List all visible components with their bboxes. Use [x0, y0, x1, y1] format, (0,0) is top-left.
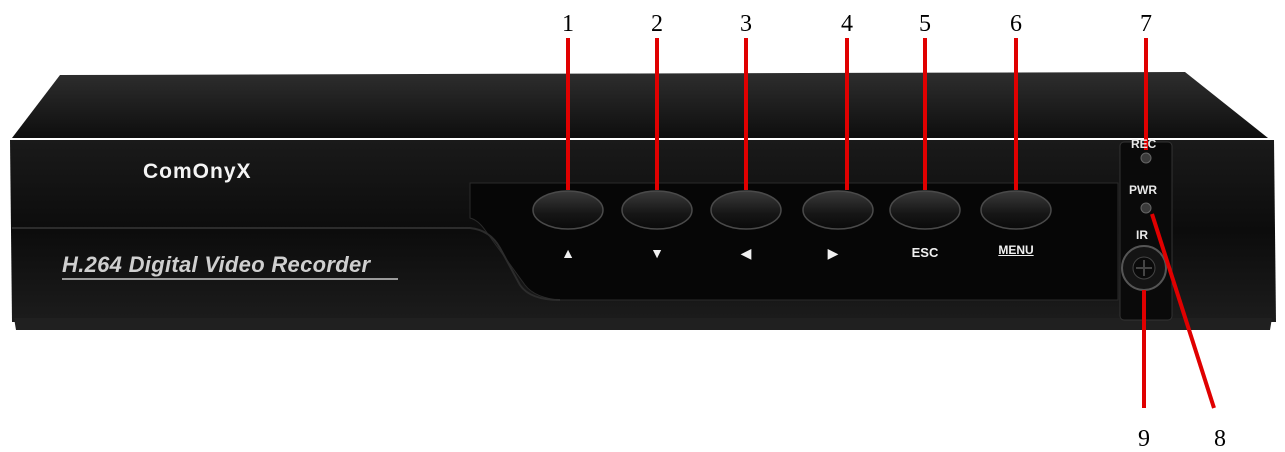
up-arrow-icon: ▲ — [561, 245, 575, 261]
model-underline — [62, 278, 398, 280]
ir-label: IR — [1136, 228, 1148, 242]
rec-led — [1140, 152, 1152, 164]
button-esc[interactable] — [889, 190, 961, 230]
callout-number-2: 2 — [651, 11, 663, 37]
callout-number-3: 3 — [740, 11, 752, 37]
esc-label: ESC — [911, 245, 939, 260]
menu-label: MENU — [998, 243, 1034, 257]
callout-number-7: 7 — [1140, 11, 1152, 37]
dvr-front-panel-diagram: 1 2 3 4 5 6 7 8 9 ComOnyX H.264 Digital … — [0, 0, 1285, 452]
callout-number-8: 8 — [1214, 426, 1226, 452]
callout-number-4: 4 — [841, 11, 853, 37]
left-arrow-icon: ◀ — [740, 245, 752, 261]
right-arrow-icon: ▶ — [827, 245, 839, 261]
brand-logo: ComOnyX — [143, 160, 252, 183]
button-up[interactable] — [532, 190, 604, 230]
callout-number-9: 9 — [1138, 426, 1150, 452]
button-left[interactable] — [710, 190, 782, 230]
device-illustration — [10, 38, 1276, 409]
callout-number-1: 1 — [562, 11, 574, 37]
model-text: H.264 Digital Video Recorder — [62, 252, 371, 277]
callout-number-5: 5 — [919, 11, 931, 37]
rec-label: REC — [1131, 137, 1157, 151]
pwr-label: PWR — [1129, 183, 1157, 197]
down-arrow-icon: ▼ — [650, 245, 664, 261]
pwr-led — [1140, 202, 1152, 214]
button-down[interactable] — [621, 190, 693, 230]
device-bottom-edge — [14, 318, 1272, 330]
device-top-lid — [12, 72, 1268, 138]
button-menu[interactable] — [980, 190, 1052, 230]
callout-number-6: 6 — [1010, 11, 1022, 37]
button-right[interactable] — [802, 190, 874, 230]
